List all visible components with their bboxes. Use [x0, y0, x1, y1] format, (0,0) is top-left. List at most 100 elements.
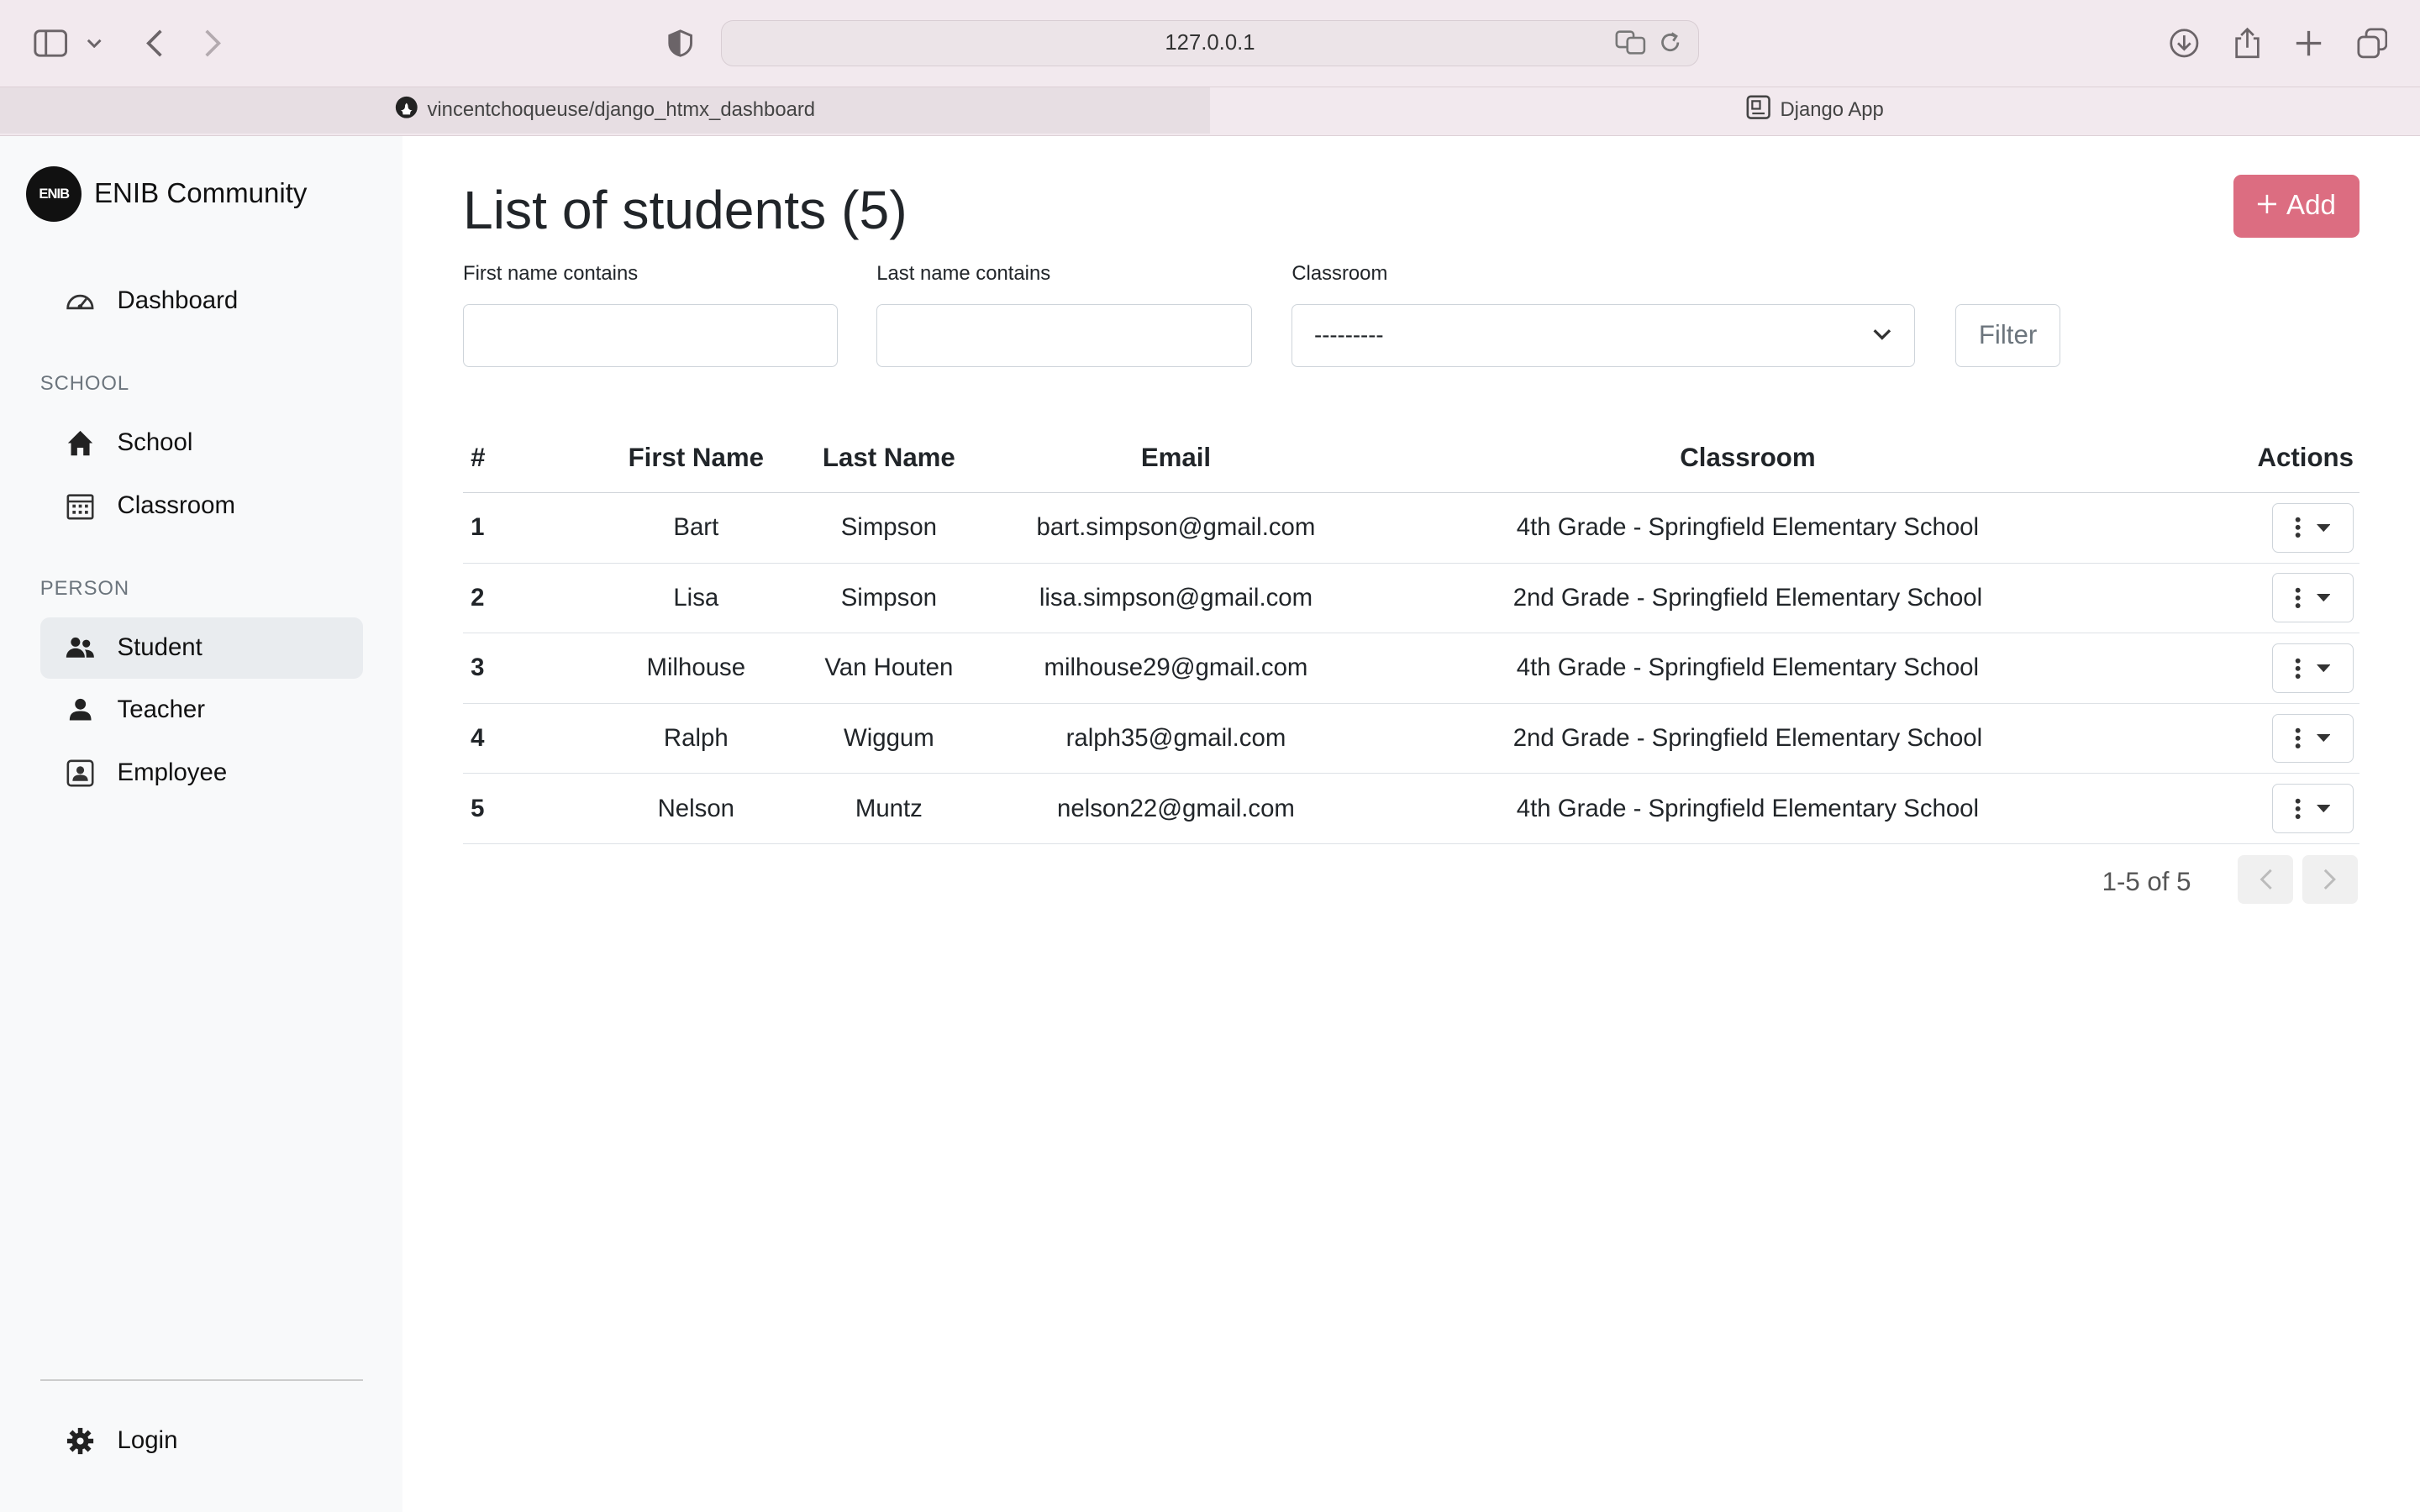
- home-icon: [65, 428, 96, 459]
- people-icon: [65, 633, 96, 664]
- last-name-label: Last name contains: [876, 262, 1051, 286]
- chevron-down-icon[interactable]: [81, 24, 108, 61]
- tab-label: vincentchoqueuse/django_htmx_dashboard: [427, 98, 816, 122]
- add-button[interactable]: Add: [2233, 174, 2360, 238]
- sidebar-item-label: Dashboard: [117, 286, 239, 315]
- plus-icon: [2257, 190, 2277, 222]
- cell-first-name: Milhouse: [595, 633, 797, 704]
- tab-django-app[interactable]: Django App: [1209, 87, 2420, 134]
- address-bar[interactable]: 127.0.0.1: [720, 19, 1700, 66]
- sidebar-divider: [39, 1379, 363, 1381]
- chevron-down-icon: [1871, 323, 1893, 351]
- sidebar-item-employee[interactable]: Employee: [40, 742, 363, 803]
- filter-button[interactable]: Filter: [1955, 303, 2060, 368]
- cell-last-name: Muntz: [796, 773, 982, 844]
- last-name-input[interactable]: [876, 303, 1252, 368]
- actions-dropdown-button[interactable]: [2271, 784, 2354, 834]
- students-table: # First Name Last Name Email Classroom A…: [463, 424, 2360, 844]
- caret-down-icon: [2316, 734, 2331, 743]
- kebab-icon: [2295, 587, 2301, 608]
- person-icon: [65, 695, 96, 726]
- cell-last-name: Simpson: [796, 492, 982, 564]
- classroom-label: Classroom: [1292, 262, 1388, 286]
- section-person: PERSON: [39, 576, 130, 600]
- cell-first-name: Bart: [595, 492, 797, 564]
- cell-actions: [2125, 773, 2360, 844]
- share-icon[interactable]: [2228, 24, 2265, 61]
- add-label: Add: [2286, 190, 2336, 222]
- cell-classroom: 4th Grade - Springfield Elementary Schoo…: [1370, 492, 2125, 564]
- actions-dropdown-button[interactable]: [2271, 502, 2354, 553]
- sidebar-toggle-icon[interactable]: [33, 24, 70, 61]
- table-row: 5 Nelson Muntz nelson22@gmail.com 4th Gr…: [463, 773, 2360, 844]
- tab-github[interactable]: vincentchoqueuse/django_htmx_dashboard: [0, 87, 1211, 134]
- cell-email: lisa.simpson@gmail.com: [981, 563, 1370, 634]
- main-content: List of students (5) Add First name cont…: [402, 136, 2420, 1512]
- sidebar-item-login[interactable]: Login: [40, 1410, 363, 1472]
- kebab-icon: [2295, 517, 2301, 538]
- kebab-icon: [2295, 798, 2301, 819]
- section-school: SCHOOL: [39, 371, 130, 395]
- actions-dropdown-button[interactable]: [2271, 713, 2354, 764]
- person-badge-icon: [65, 758, 96, 789]
- column-header-first-name: First Name: [595, 424, 797, 493]
- actions-dropdown-button[interactable]: [2271, 573, 2354, 623]
- sidebar-item-school[interactable]: School: [40, 412, 363, 473]
- column-header-actions: Actions: [2125, 424, 2360, 493]
- brand-name: ENIB Community: [94, 178, 308, 210]
- brand-logo: ENIB: [26, 166, 82, 223]
- sidebar-item-label: Login: [117, 1426, 178, 1455]
- sidebar-item-label: Classroom: [117, 491, 235, 520]
- download-icon[interactable]: [2165, 24, 2202, 61]
- caret-down-icon: [2316, 805, 2331, 813]
- url-text: 127.0.0.1: [1165, 30, 1255, 55]
- chevron-right-icon: [2323, 869, 2337, 890]
- cell-classroom: 4th Grade - Springfield Elementary Schoo…: [1370, 633, 2125, 704]
- tab-bar: vincentchoqueuse/django_htmx_dashboard D…: [0, 86, 2420, 136]
- classroom-select[interactable]: ---------: [1292, 303, 1916, 368]
- logo-text: ENIB: [39, 186, 70, 202]
- forward-icon[interactable]: [194, 24, 231, 61]
- sidebar-item-label: Employee: [117, 759, 228, 787]
- cell-actions: [2125, 633, 2360, 704]
- sidebar-item-student[interactable]: Student: [39, 617, 363, 680]
- next-page-button[interactable]: [2302, 854, 2359, 905]
- translate-icon[interactable]: [1615, 29, 1646, 62]
- cell-num: 5: [463, 773, 596, 844]
- kebab-icon: [2295, 727, 2301, 749]
- back-icon[interactable]: [136, 24, 173, 61]
- cell-first-name: Lisa: [595, 563, 797, 634]
- column-header-num: #: [463, 424, 596, 493]
- first-name-input[interactable]: [463, 303, 839, 368]
- cell-classroom: 4th Grade - Springfield Elementary Schoo…: [1370, 773, 2125, 844]
- cell-email: ralph35@gmail.com: [981, 703, 1370, 774]
- cell-num: 2: [463, 563, 596, 634]
- pagination-summary: 1-5 of 5: [2102, 867, 2191, 897]
- sidebar-item-teacher[interactable]: Teacher: [40, 679, 363, 740]
- cell-email: nelson22@gmail.com: [981, 773, 1370, 844]
- sidebar-item-classroom[interactable]: Classroom: [40, 475, 363, 537]
- sidebar: ENIB ENIB Community Dashboard SCHOOL Sch…: [0, 135, 403, 1512]
- shield-icon[interactable]: [662, 24, 699, 61]
- actions-dropdown-button[interactable]: [2271, 643, 2354, 693]
- caret-down-icon: [2316, 594, 2331, 602]
- brand[interactable]: ENIB ENIB Community: [26, 166, 308, 223]
- sidebar-item-label: School: [117, 428, 193, 457]
- sidebar-item-label: Student: [117, 633, 203, 662]
- chevron-left-icon: [2260, 869, 2272, 890]
- table-row: 4 Ralph Wiggum ralph35@gmail.com 2nd Gra…: [463, 703, 2360, 774]
- cell-actions: [2125, 492, 2360, 564]
- cell-actions: [2125, 703, 2360, 774]
- cell-classroom: 2nd Grade - Springfield Elementary Schoo…: [1370, 703, 2125, 774]
- cell-last-name: Van Houten: [796, 633, 982, 704]
- sidebar-item-dashboard[interactable]: Dashboard: [40, 270, 363, 331]
- browser-toolbar: 127.0.0.1: [0, 0, 2420, 87]
- sidebar-item-label: Teacher: [117, 695, 206, 723]
- tab-overview-icon[interactable]: [2354, 24, 2391, 61]
- prev-page-button[interactable]: [2238, 854, 2294, 905]
- cell-first-name: Nelson: [595, 773, 797, 844]
- caret-down-icon: [2316, 523, 2331, 532]
- reload-icon[interactable]: [1658, 29, 1682, 62]
- new-tab-icon[interactable]: [2291, 24, 2328, 61]
- column-header-email: Email: [981, 424, 1370, 493]
